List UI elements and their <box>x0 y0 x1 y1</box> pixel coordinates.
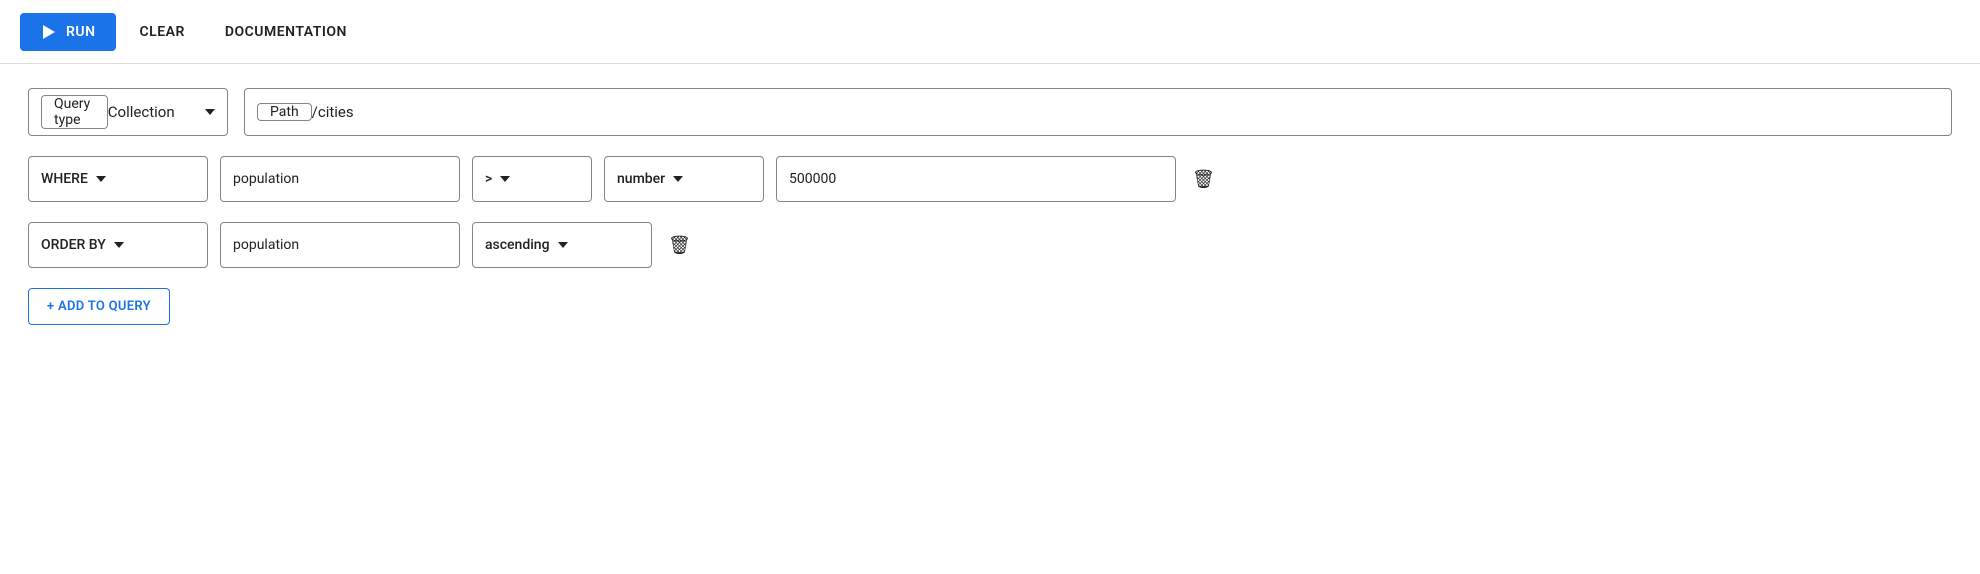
where-delete-button[interactable]: 🗑 <box>1188 165 1219 194</box>
order-by-delete-button[interactable]: 🗑 <box>664 231 695 260</box>
direction-chevron-icon <box>558 242 568 248</box>
query-type-select[interactable]: Collection <box>108 89 215 135</box>
operator-value: > <box>485 171 492 187</box>
query-type-fieldset: Query type Collection <box>28 88 228 136</box>
query-type-value: Collection <box>108 103 175 121</box>
order-by-chevron-icon <box>114 242 124 248</box>
where-chevron-icon <box>96 176 106 182</box>
main-content: Query type Collection Path WHERE > numbe… <box>0 64 1980 349</box>
path-legend: Path <box>257 103 312 121</box>
operator-select[interactable]: > <box>472 156 592 202</box>
order-by-field-input[interactable] <box>233 237 447 253</box>
run-button[interactable]: RUN <box>20 13 116 51</box>
where-filter-row: WHERE > number 🗑 <box>28 156 1952 202</box>
add-to-query-button[interactable]: + ADD TO QUERY <box>28 288 170 325</box>
order-by-trash-icon: 🗑 <box>668 235 691 256</box>
path-fieldset: Path <box>244 88 1952 136</box>
order-by-clause-label: ORDER BY <box>41 237 106 253</box>
type-select[interactable]: number <box>604 156 764 202</box>
toolbar: RUN CLEAR DOCUMENTATION <box>0 0 1980 64</box>
documentation-button[interactable]: DOCUMENTATION <box>209 14 363 50</box>
order-by-filter-row: ORDER BY ascending 🗑 <box>28 222 1952 268</box>
order-by-clause-select[interactable]: ORDER BY <box>28 222 208 268</box>
clear-button[interactable]: CLEAR <box>124 14 201 50</box>
value-input[interactable] <box>789 171 1163 187</box>
play-triangle <box>43 25 55 39</box>
where-field-input[interactable] <box>233 171 447 187</box>
query-type-path-row: Query type Collection Path <box>28 88 1952 136</box>
path-input[interactable] <box>312 89 1939 135</box>
chevron-down-icon <box>205 109 215 115</box>
play-icon <box>40 23 58 41</box>
query-type-legend: Query type <box>41 95 108 129</box>
where-clause-select[interactable]: WHERE <box>28 156 208 202</box>
type-chevron-icon <box>673 176 683 182</box>
add-to-query-row: + ADD TO QUERY <box>28 288 1952 325</box>
value-input-box <box>776 156 1176 202</box>
type-value: number <box>617 171 665 187</box>
operator-chevron-icon <box>500 176 510 182</box>
run-label: RUN <box>66 24 96 40</box>
order-by-field-box <box>220 222 460 268</box>
where-clause-label: WHERE <box>41 171 88 187</box>
direction-select[interactable]: ascending <box>472 222 652 268</box>
where-field-box <box>220 156 460 202</box>
trash-icon: 🗑 <box>1192 169 1215 190</box>
direction-value: ascending <box>485 237 550 253</box>
